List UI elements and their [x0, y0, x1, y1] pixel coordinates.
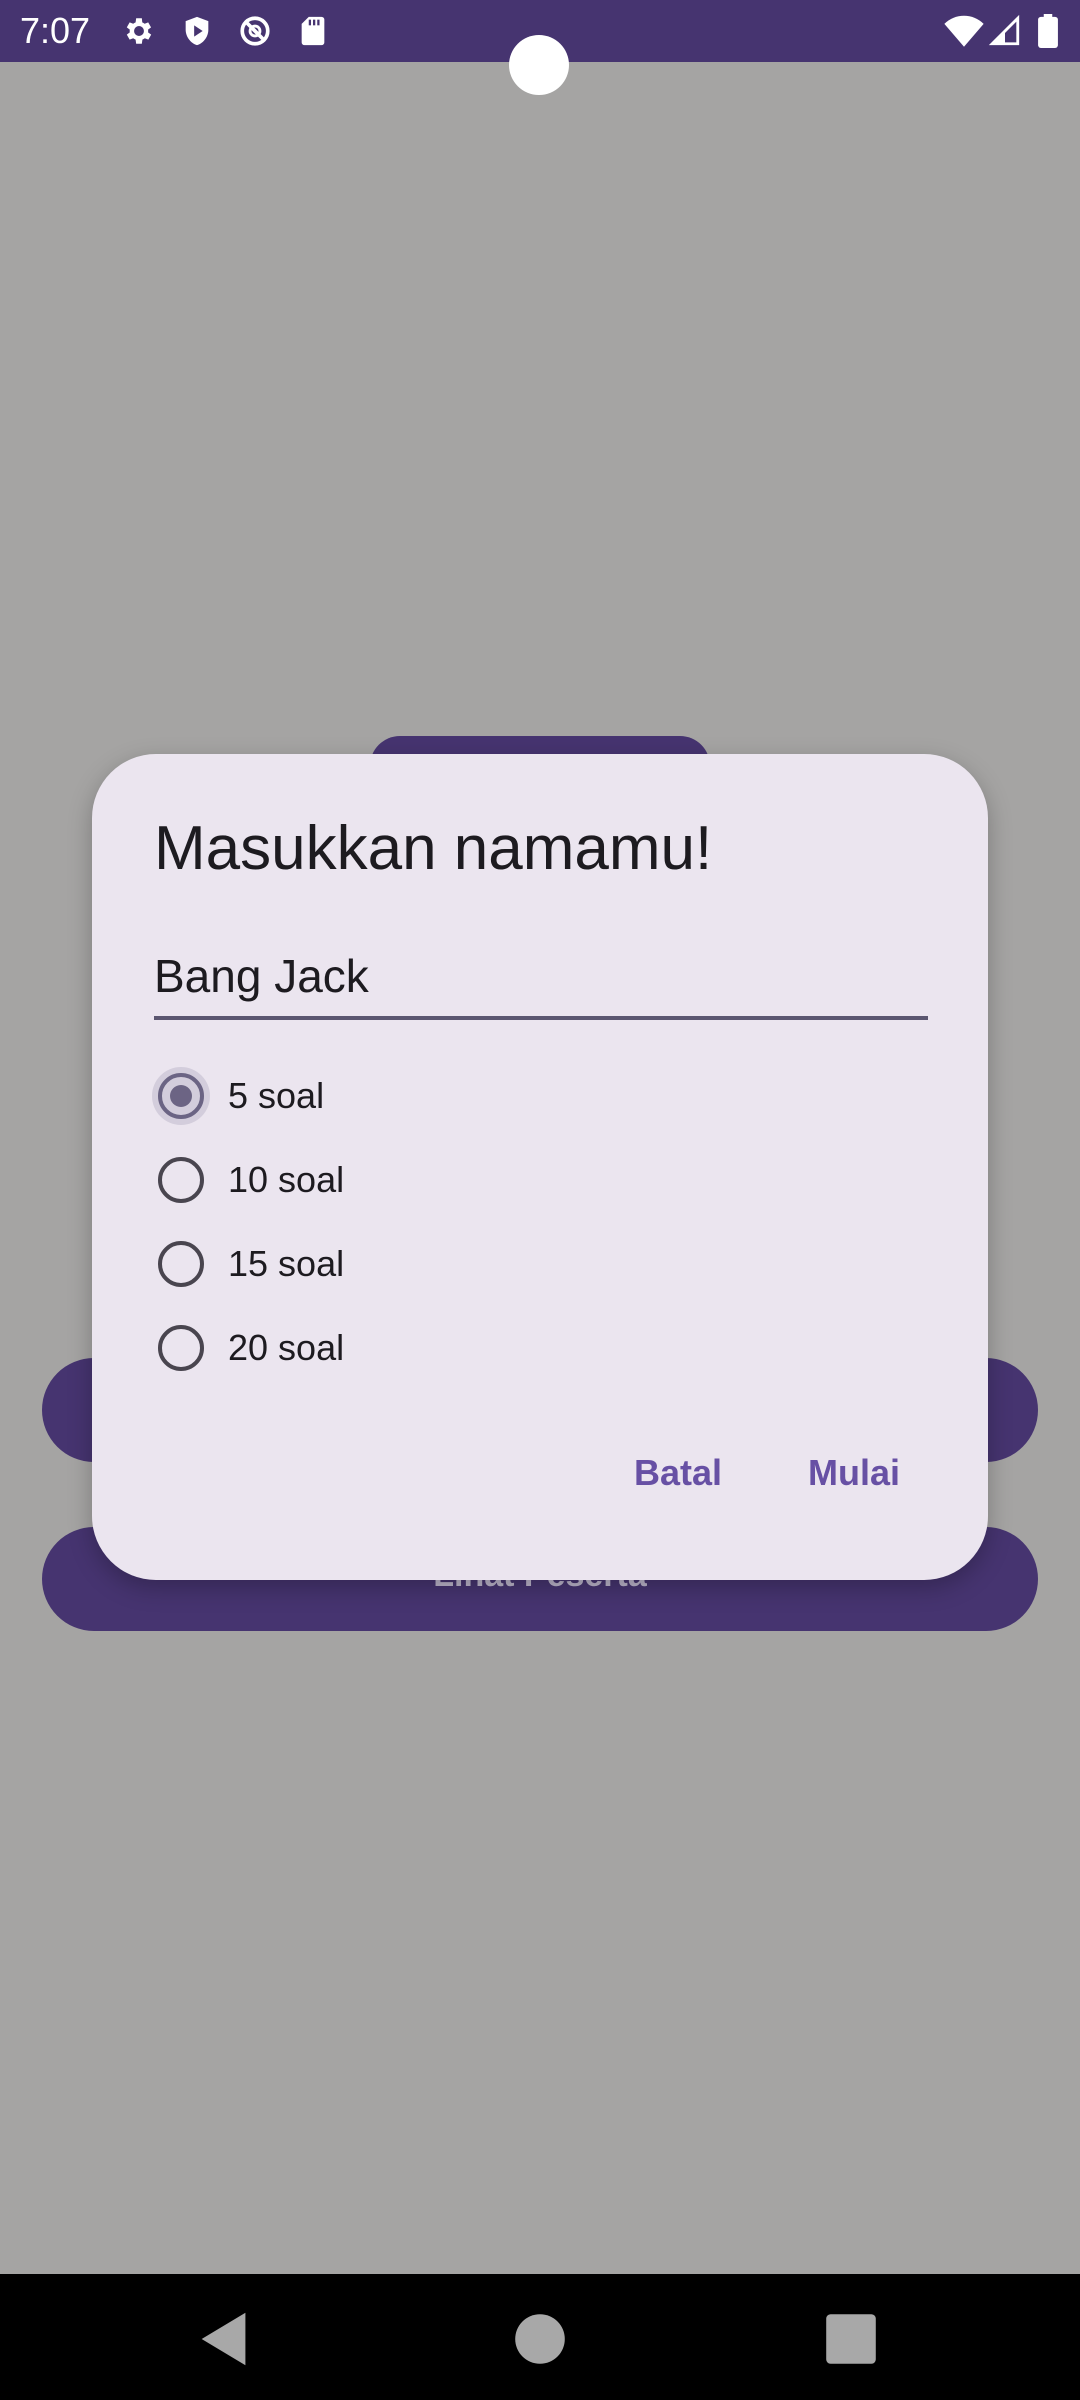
radio-label: 10 soal: [228, 1159, 345, 1200]
name-dialog: Masukkan namamu! 5 soal 10 soal 15 soal: [92, 754, 988, 1580]
question-count-radio-group: 5 soal 10 soal 15 soal 20 soal: [152, 1054, 858, 1390]
shield-play-icon: [185, 16, 209, 46]
radio-label: 5 soal: [228, 1075, 325, 1116]
radio-label: 20 soal: [228, 1327, 345, 1368]
radio-unchecked-icon[interactable]: [158, 1157, 204, 1203]
battery-icon: [1038, 14, 1058, 48]
radio-dot: [170, 1085, 192, 1107]
signal-icon: [988, 14, 1020, 46]
radio-unchecked-icon[interactable]: [158, 1325, 204, 1371]
screen: 7:07 Masukkan namamu! Bang Jack 5 soal 1…: [0, 0, 1080, 2400]
status-time: 7:07: [20, 10, 91, 51]
radio-option-20-soal[interactable]: 20 soal: [158, 1306, 858, 1390]
camera-cutout: [509, 35, 569, 95]
radio-checked-icon[interactable]: [152, 1067, 210, 1125]
name-input[interactable]: [154, 944, 928, 1020]
radio-option-10-soal[interactable]: 10 soal: [158, 1138, 858, 1222]
home-icon[interactable]: [505, 2304, 575, 2374]
recents-icon[interactable]: [816, 2304, 886, 2374]
back-icon[interactable]: [190, 2304, 260, 2374]
start-button[interactable]: Mulai: [794, 1444, 914, 1502]
radio-unchecked-icon[interactable]: [158, 1241, 204, 1287]
wifi-icon: [944, 15, 984, 47]
dialog-title: Masukkan namamu!: [154, 814, 713, 883]
radio-option-15-soal[interactable]: 15 soal: [158, 1222, 858, 1306]
cancel-button[interactable]: Batal: [620, 1444, 736, 1502]
block-icon: [240, 16, 270, 46]
navigation-bar: [0, 2274, 1080, 2400]
gear-icon: [126, 18, 152, 44]
radio-option-5-soal[interactable]: 5 soal: [152, 1054, 858, 1138]
sd-card-icon: [301, 16, 325, 46]
radio-label: 15 soal: [228, 1243, 345, 1284]
dialog-actions: Batal Mulai: [620, 1444, 914, 1502]
